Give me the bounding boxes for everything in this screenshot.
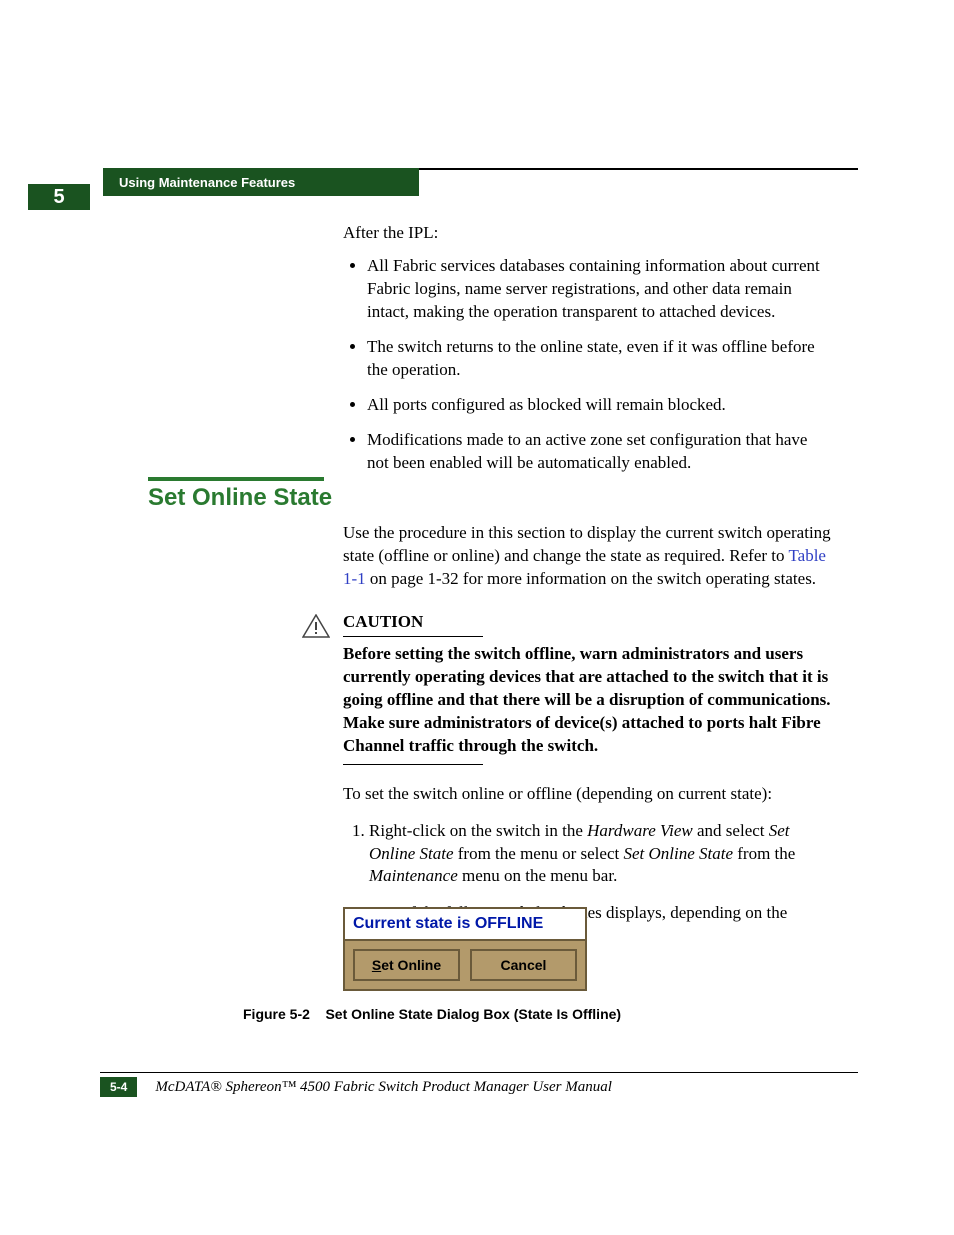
chapter-tab-label: Using Maintenance Features xyxy=(119,175,295,190)
header-area: Using Maintenance Features xyxy=(0,168,954,196)
after-ipl-label: After the IPL: xyxy=(343,222,833,245)
button-label-rest: et Online xyxy=(381,957,441,973)
cancel-button[interactable]: Cancel xyxy=(470,949,577,981)
set-online-state-dialog: Current state is OFFLINE Set Online Canc… xyxy=(343,907,587,991)
manual-title: McDATA® Sphereon™ 4500 Fabric Switch Pro… xyxy=(155,1079,612,1096)
page-number: 5-4 xyxy=(100,1077,137,1097)
maintenance-em: Maintenance xyxy=(369,866,458,885)
caution-bottom-rule xyxy=(343,764,483,765)
section-heading: Set Online State xyxy=(148,484,332,512)
figure-caption: Figure 5-2 Set Online State Dialog Box (… xyxy=(243,1006,621,1022)
intro-content: After the IPL: All Fabric services datab… xyxy=(343,222,833,494)
chapter-number-box: 5 xyxy=(28,184,90,210)
step-text: and select xyxy=(693,821,769,840)
set-online-state-em: Set Online State xyxy=(623,844,733,863)
figure-label: Figure 5-2 xyxy=(243,1006,310,1022)
caution-label: CAUTION xyxy=(343,611,483,637)
procedure-intro: To set the switch online or offline (dep… xyxy=(343,783,833,806)
ipl-bullet-list: All Fabric services databases containing… xyxy=(343,255,833,475)
ipl-bullet: All ports configured as blocked will rem… xyxy=(367,394,833,417)
caution-icon xyxy=(302,614,330,638)
ipl-bullet: All Fabric services databases containing… xyxy=(367,255,833,324)
header-rule xyxy=(403,168,858,170)
ipl-bullet: The switch returns to the online state, … xyxy=(367,336,833,382)
step-text: menu on the menu bar. xyxy=(458,866,618,885)
caution-text: Before setting the switch offline, warn … xyxy=(343,643,833,758)
step-text: Right-click on the switch in the xyxy=(369,821,587,840)
ipl-bullet: Modifications made to an active zone set… xyxy=(367,429,833,475)
step-text: from the xyxy=(733,844,795,863)
set-online-button[interactable]: Set Online xyxy=(353,949,460,981)
chapter-tab: Using Maintenance Features xyxy=(103,168,419,196)
section-intro-post: on page 1-32 for more information on the… xyxy=(366,569,816,588)
section-intro-pre: Use the procedure in this section to dis… xyxy=(343,523,831,565)
dialog-title: Current state is OFFLINE xyxy=(345,909,585,941)
section-rule xyxy=(148,477,324,481)
figure-caption-text: Set Online State Dialog Box (State Is Of… xyxy=(325,1006,621,1022)
chapter-number: 5 xyxy=(53,186,64,209)
dialog-button-row: Set Online Cancel xyxy=(345,941,585,989)
mnemonic: S xyxy=(372,957,381,973)
step-text: from the menu or select xyxy=(454,844,624,863)
section-intro-paragraph: Use the procedure in this section to dis… xyxy=(343,522,833,591)
footer: 5-4 McDATA® Sphereon™ 4500 Fabric Switch… xyxy=(100,1072,858,1097)
page: Using Maintenance Features 5 After the I… xyxy=(0,0,954,1235)
hardware-view-em: Hardware View xyxy=(587,821,693,840)
